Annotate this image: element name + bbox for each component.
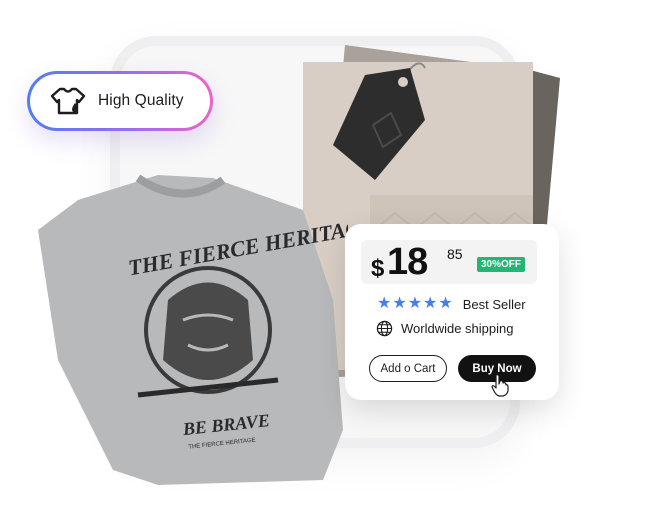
- badge-inner: High Quality: [30, 74, 210, 128]
- add-to-cart-button[interactable]: Add o Cart: [369, 355, 447, 382]
- price-whole: 18: [387, 241, 428, 283]
- shipping-row: Worldwide shipping: [376, 320, 514, 337]
- shirt-drop-icon: [50, 87, 86, 115]
- product-card: $ 18 85 30%OFF ★ ★ ★ ★ ★ Best Seller Wor…: [345, 224, 559, 400]
- tshirt-image: THE FIERCE HERITAGE BE BRAVE THE FIERCE …: [38, 170, 348, 485]
- star-icon: ★: [438, 295, 453, 312]
- star-rating: ★ ★ ★ ★ ★: [377, 296, 453, 312]
- price-currency: $: [371, 255, 385, 282]
- price-cents: 85: [447, 246, 463, 262]
- tshirt-illustration: THE FIERCE HERITAGE BE BRAVE THE FIERCE …: [38, 174, 348, 485]
- star-icon: ★: [423, 295, 438, 312]
- hand-cursor-icon: [491, 374, 509, 397]
- globe-icon: [376, 320, 393, 337]
- star-icon: ★: [392, 295, 407, 312]
- badge-label: High Quality: [98, 92, 184, 109]
- discount-badge: 30%OFF: [477, 257, 526, 272]
- rating-label: Best Seller: [462, 296, 526, 312]
- shipping-label: Worldwide shipping: [401, 321, 514, 336]
- rating-row: ★ ★ ★ ★ ★ Best Seller: [377, 296, 526, 312]
- price-block: $ 18 85 30%OFF: [361, 240, 537, 284]
- star-icon: ★: [377, 295, 392, 312]
- star-icon: ★: [407, 295, 423, 312]
- high-quality-badge: High Quality: [27, 71, 213, 131]
